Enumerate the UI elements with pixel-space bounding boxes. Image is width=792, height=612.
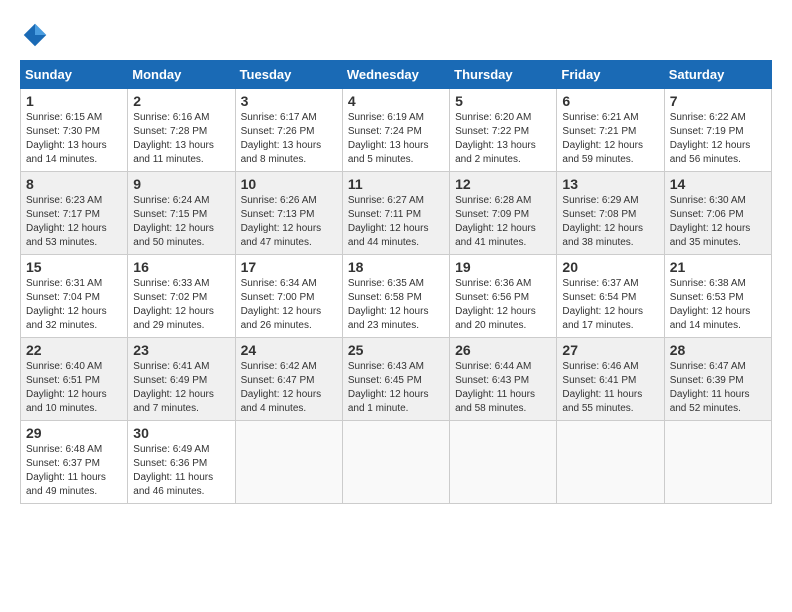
day-header-thursday: Thursday bbox=[450, 61, 557, 89]
table-row: 11Sunrise: 6:27 AM Sunset: 7:11 PM Dayli… bbox=[342, 172, 449, 255]
table-row: 8Sunrise: 6:23 AM Sunset: 7:17 PM Daylig… bbox=[21, 172, 128, 255]
day-header-wednesday: Wednesday bbox=[342, 61, 449, 89]
table-row: 28Sunrise: 6:47 AM Sunset: 6:39 PM Dayli… bbox=[664, 338, 771, 421]
table-row: 23Sunrise: 6:41 AM Sunset: 6:49 PM Dayli… bbox=[128, 338, 235, 421]
table-row: 2Sunrise: 6:16 AM Sunset: 7:28 PM Daylig… bbox=[128, 89, 235, 172]
table-row: 12Sunrise: 6:28 AM Sunset: 7:09 PM Dayli… bbox=[450, 172, 557, 255]
calendar-week-4: 22Sunrise: 6:40 AM Sunset: 6:51 PM Dayli… bbox=[21, 338, 772, 421]
table-row: 10Sunrise: 6:26 AM Sunset: 7:13 PM Dayli… bbox=[235, 172, 342, 255]
table-row: 25Sunrise: 6:43 AM Sunset: 6:45 PM Dayli… bbox=[342, 338, 449, 421]
day-header-tuesday: Tuesday bbox=[235, 61, 342, 89]
table-row: 22Sunrise: 6:40 AM Sunset: 6:51 PM Dayli… bbox=[21, 338, 128, 421]
calendar-week-1: 1Sunrise: 6:15 AM Sunset: 7:30 PM Daylig… bbox=[21, 89, 772, 172]
calendar-week-5: 29Sunrise: 6:48 AM Sunset: 6:37 PM Dayli… bbox=[21, 421, 772, 504]
table-row: 24Sunrise: 6:42 AM Sunset: 6:47 PM Dayli… bbox=[235, 338, 342, 421]
logo bbox=[20, 20, 54, 50]
day-header-sunday: Sunday bbox=[21, 61, 128, 89]
table-row: 16Sunrise: 6:33 AM Sunset: 7:02 PM Dayli… bbox=[128, 255, 235, 338]
calendar-header-row: SundayMondayTuesdayWednesdayThursdayFrid… bbox=[21, 61, 772, 89]
table-row: 26Sunrise: 6:44 AM Sunset: 6:43 PM Dayli… bbox=[450, 338, 557, 421]
table-row: 17Sunrise: 6:34 AM Sunset: 7:00 PM Dayli… bbox=[235, 255, 342, 338]
table-row: 3Sunrise: 6:17 AM Sunset: 7:26 PM Daylig… bbox=[235, 89, 342, 172]
table-row bbox=[557, 421, 664, 504]
table-row: 21Sunrise: 6:38 AM Sunset: 6:53 PM Dayli… bbox=[664, 255, 771, 338]
calendar-week-3: 15Sunrise: 6:31 AM Sunset: 7:04 PM Dayli… bbox=[21, 255, 772, 338]
table-row bbox=[235, 421, 342, 504]
calendar-week-2: 8Sunrise: 6:23 AM Sunset: 7:17 PM Daylig… bbox=[21, 172, 772, 255]
table-row: 7Sunrise: 6:22 AM Sunset: 7:19 PM Daylig… bbox=[664, 89, 771, 172]
table-row: 1Sunrise: 6:15 AM Sunset: 7:30 PM Daylig… bbox=[21, 89, 128, 172]
table-row: 20Sunrise: 6:37 AM Sunset: 6:54 PM Dayli… bbox=[557, 255, 664, 338]
table-row: 13Sunrise: 6:29 AM Sunset: 7:08 PM Dayli… bbox=[557, 172, 664, 255]
logo-icon bbox=[20, 20, 50, 50]
table-row: 15Sunrise: 6:31 AM Sunset: 7:04 PM Dayli… bbox=[21, 255, 128, 338]
table-row: 4Sunrise: 6:19 AM Sunset: 7:24 PM Daylig… bbox=[342, 89, 449, 172]
table-row: 14Sunrise: 6:30 AM Sunset: 7:06 PM Dayli… bbox=[664, 172, 771, 255]
table-row: 29Sunrise: 6:48 AM Sunset: 6:37 PM Dayli… bbox=[21, 421, 128, 504]
day-header-friday: Friday bbox=[557, 61, 664, 89]
table-row: 5Sunrise: 6:20 AM Sunset: 7:22 PM Daylig… bbox=[450, 89, 557, 172]
table-row: 6Sunrise: 6:21 AM Sunset: 7:21 PM Daylig… bbox=[557, 89, 664, 172]
table-row bbox=[342, 421, 449, 504]
table-row: 9Sunrise: 6:24 AM Sunset: 7:15 PM Daylig… bbox=[128, 172, 235, 255]
day-header-saturday: Saturday bbox=[664, 61, 771, 89]
table-row: 30Sunrise: 6:49 AM Sunset: 6:36 PM Dayli… bbox=[128, 421, 235, 504]
table-row bbox=[664, 421, 771, 504]
table-row: 18Sunrise: 6:35 AM Sunset: 6:58 PM Dayli… bbox=[342, 255, 449, 338]
calendar: SundayMondayTuesdayWednesdayThursdayFrid… bbox=[20, 60, 772, 504]
table-row: 19Sunrise: 6:36 AM Sunset: 6:56 PM Dayli… bbox=[450, 255, 557, 338]
table-row bbox=[450, 421, 557, 504]
table-row: 27Sunrise: 6:46 AM Sunset: 6:41 PM Dayli… bbox=[557, 338, 664, 421]
day-header-monday: Monday bbox=[128, 61, 235, 89]
header bbox=[20, 20, 772, 50]
